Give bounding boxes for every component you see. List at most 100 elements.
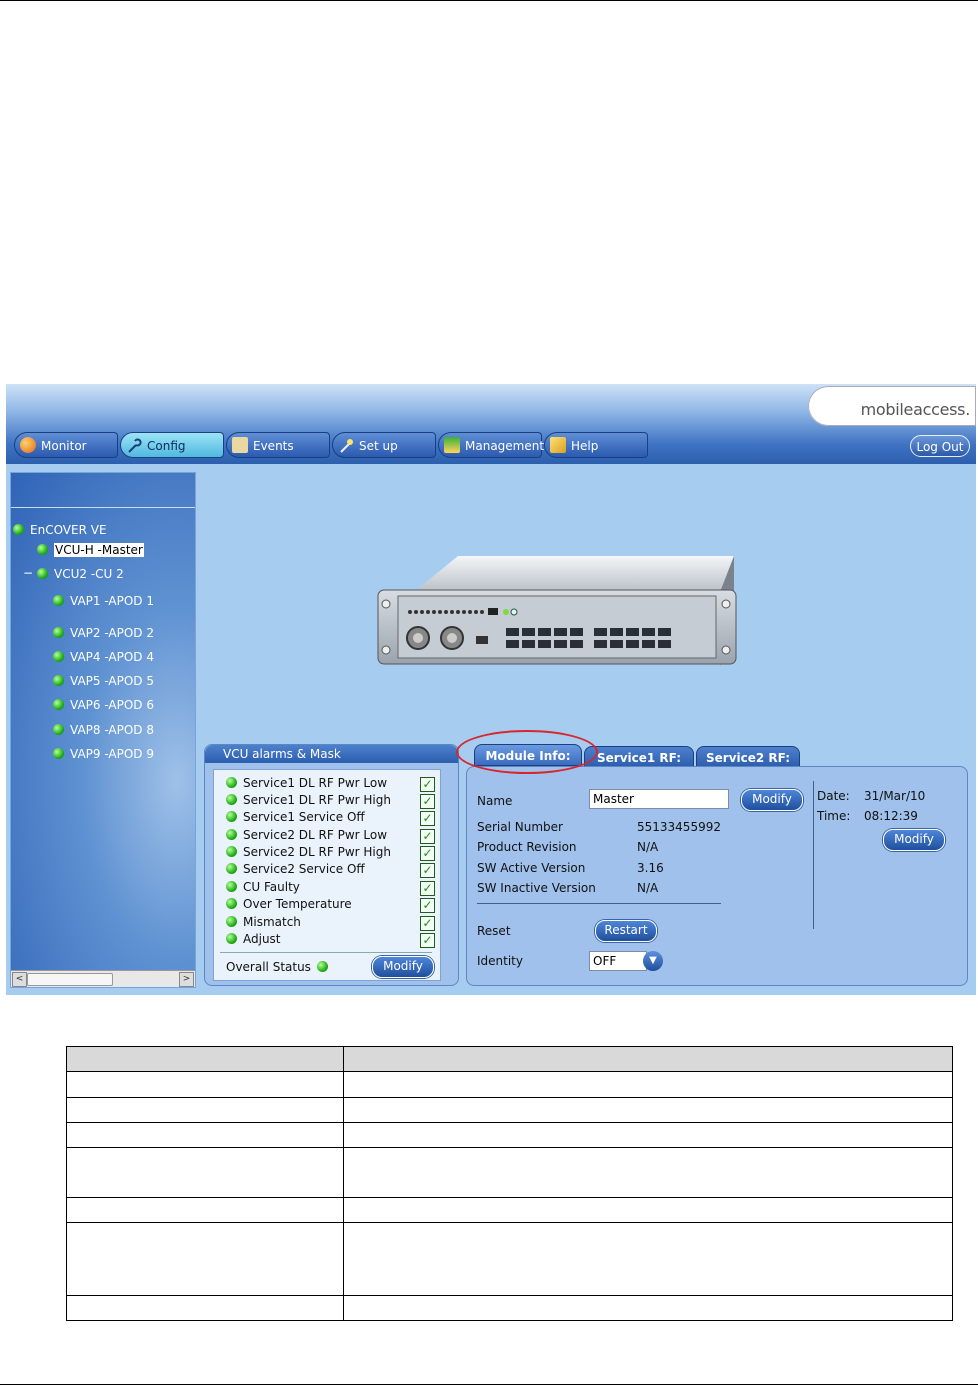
tree-node-vap8[interactable]: VAP8 -APOD 8 [53, 723, 154, 737]
tree-node-vap9[interactable]: VAP9 -APOD 9 [53, 747, 154, 761]
tab-events-label: Events [253, 439, 294, 453]
restart-button[interactable]: Restart [595, 920, 657, 942]
alarm-item: CU Faulty [226, 880, 300, 894]
status-led-icon [226, 933, 237, 944]
tab-service2-rf[interactable]: Service2 RF: [696, 746, 800, 768]
table-cell [343, 1147, 953, 1198]
table-cell [343, 1097, 953, 1123]
alarm-item: Service1 Service Off [226, 810, 365, 824]
status-led-icon [53, 595, 64, 606]
status-led-icon [226, 777, 237, 788]
alarm-label: Service2 DL RF Pwr Low [243, 828, 388, 842]
tree-node-vap2[interactable]: VAP2 -APOD 2 [53, 626, 154, 640]
tree-node-vcu2[interactable]: VCU2 -CU 2 [37, 567, 124, 581]
table-cell [66, 1046, 344, 1072]
alarm-item: Service2 DL RF Pwr Low [226, 828, 387, 842]
serial-number-label: Serial Number [477, 820, 563, 834]
mask-checkbox[interactable]: ✓ [420, 881, 435, 896]
status-led-icon [13, 524, 24, 535]
sw-inactive-label: SW Inactive Version [477, 881, 596, 895]
status-led-icon [226, 916, 237, 927]
mask-checkbox[interactable]: ✓ [420, 811, 435, 826]
tree-node-vap5[interactable]: VAP5 -APOD 5 [53, 674, 154, 688]
description-table [66, 1046, 953, 1321]
tab-service1-rf[interactable]: Service1 RF: [584, 746, 694, 768]
date-value: 31/Mar/10 [864, 789, 926, 803]
overall-status-label: Overall Status [226, 960, 311, 974]
status-led-icon [226, 881, 237, 892]
tab-management[interactable]: Management [438, 432, 544, 458]
datetime-modify-button[interactable]: Modify [883, 829, 945, 851]
table-cell [343, 1046, 953, 1072]
mask-checkbox[interactable]: ✓ [420, 777, 435, 792]
table-cell [343, 1222, 953, 1296]
top-bar: mobileaccess. Monitor Config Events Set … [6, 384, 976, 464]
tree-node-vap6[interactable]: VAP6 -APOD 6 [53, 698, 154, 712]
tab-events[interactable]: Events [226, 432, 330, 458]
tab-help-label: Help [571, 439, 599, 453]
alarm-label: Service2 DL RF Pwr High [243, 845, 391, 859]
vcu-alarms-panel: VCU alarms & Mask Service1 DL RF Pwr Low… [204, 744, 459, 986]
collapse-icon[interactable]: − [23, 566, 33, 580]
scroll-right-icon[interactable]: > [179, 972, 194, 987]
sw-inactive-value: N/A [637, 881, 659, 895]
status-led-icon [226, 811, 237, 822]
tree-node-root[interactable]: EnCOVER VE [13, 523, 107, 537]
alarms-list: Service1 DL RF Pwr Low ✓ Service1 DL RF … [213, 769, 441, 981]
tree-node-master[interactable]: VCU-H -Master [37, 543, 144, 557]
tree-scrollbar[interactable]: < > [11, 970, 195, 987]
alarm-item: Over Temperature [226, 897, 352, 911]
table-cell [66, 1097, 344, 1123]
table-row [66, 1197, 953, 1223]
mask-checkbox[interactable]: ✓ [420, 898, 435, 913]
tree-node-label: VCU2 -CU 2 [54, 567, 124, 581]
mask-checkbox[interactable]: ✓ [420, 846, 435, 861]
tab-monitor[interactable]: Monitor [14, 432, 118, 458]
mask-checkbox[interactable]: ✓ [420, 933, 435, 948]
tree-node-vap4[interactable]: VAP4 -APOD 4 [53, 650, 154, 664]
identity-select[interactable]: OFF ▼ [589, 951, 663, 971]
status-led-icon [53, 675, 64, 686]
mask-checkbox[interactable]: ✓ [420, 916, 435, 931]
help-book-icon [550, 437, 566, 453]
table-row [66, 1097, 953, 1123]
status-led-icon [226, 829, 237, 840]
sw-active-label: SW Active Version [477, 861, 586, 875]
alarm-item: Service1 DL RF Pwr High [226, 793, 391, 807]
alarm-label: Service1 DL RF Pwr High [243, 793, 391, 807]
status-led-icon [53, 699, 64, 710]
scroll-thumb[interactable] [27, 973, 113, 986]
tab-setup-label: Set up [359, 439, 398, 453]
sw-active-value: 3.16 [637, 861, 664, 875]
product-revision-value: N/A [637, 840, 659, 854]
tab-config[interactable]: Config [120, 432, 224, 458]
tab-help[interactable]: Help [544, 432, 648, 458]
chevron-down-icon[interactable]: ▼ [643, 951, 663, 971]
logout-button[interactable]: Log Out [910, 435, 970, 457]
overall-status: Overall Status [226, 960, 334, 974]
mask-checkbox[interactable]: ✓ [420, 863, 435, 878]
wrench-icon [126, 437, 142, 453]
table-cell [343, 1122, 953, 1148]
table-row [66, 1071, 953, 1098]
table-cell [66, 1147, 344, 1198]
scroll-left-icon[interactable]: < [12, 972, 27, 987]
alarm-item: Adjust [226, 932, 281, 946]
alarms-modify-button[interactable]: Modify [372, 956, 434, 978]
status-led-icon [37, 544, 48, 555]
name-modify-button[interactable]: Modify [741, 789, 803, 811]
status-led-icon [53, 627, 64, 638]
tab-setup[interactable]: Set up [332, 432, 436, 458]
identity-value[interactable]: OFF [589, 951, 647, 971]
tree-node-vap1[interactable]: VAP1 -APOD 1 [53, 594, 154, 608]
alarm-item: Service1 DL RF Pwr Low [226, 776, 387, 790]
table-cell [66, 1222, 344, 1296]
name-input[interactable]: Master [589, 789, 729, 809]
mask-checkbox[interactable]: ✓ [420, 829, 435, 844]
alarm-item: Service2 DL RF Pwr High [226, 845, 391, 859]
status-led-icon [53, 651, 64, 662]
alarm-item: Service2 Service Off [226, 862, 365, 876]
device-tree: EnCOVER VE VCU-H -Master − VCU2 -CU 2 VA… [10, 472, 196, 988]
alarm-item: Mismatch [226, 915, 301, 929]
mask-checkbox[interactable]: ✓ [420, 794, 435, 809]
